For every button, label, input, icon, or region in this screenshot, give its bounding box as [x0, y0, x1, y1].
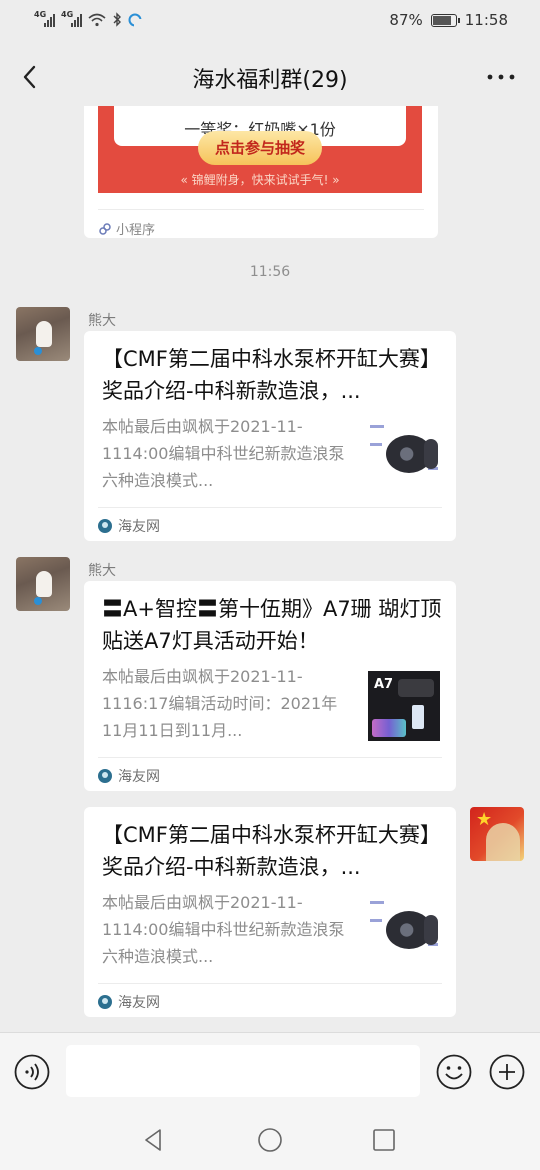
status-right: 87% 11:58: [389, 11, 508, 29]
input-bar: [0, 1032, 540, 1110]
more-dots-icon[interactable]: [484, 60, 518, 94]
card-title: 〓A+智控〓第十伍期》A7珊 瑚灯顶贴送A7灯具活动开始！: [102, 597, 442, 653]
message-input[interactable]: [66, 1045, 420, 1097]
sender-name: 熊大: [88, 563, 116, 579]
card-description: 本帖最后由飒枫于2021-11-1116:17编辑活动时间：2021年11月11…: [102, 667, 338, 740]
site-logo-icon: [98, 995, 112, 1009]
chat-title: 海水福利群(29): [192, 68, 348, 93]
wave-pump-thumbnail: [368, 897, 440, 967]
bluetooth-icon: [113, 12, 121, 27]
link-card[interactable]: 【CMF第二届中科水泵杯开缸大赛】奖品介绍-中科新款造浪，... 本帖最后由飒枫…: [84, 331, 456, 541]
status-bar: 4G 4G 87% 11:58: [0, 0, 540, 44]
card-source: 海友网: [98, 757, 442, 786]
lottery-tagline: « 锦鲤附身，快来试试手气! »: [180, 173, 340, 187]
mini-program-label: 小程序: [116, 223, 156, 238]
message-timestamp: 11:56: [249, 264, 291, 280]
join-lottery-button[interactable]: 点击参与抽奖: [198, 131, 322, 165]
avatar-figure: [36, 321, 52, 347]
system-navigation-bar: [0, 1110, 540, 1170]
emoji-icon[interactable]: [436, 1054, 472, 1090]
link-card[interactable]: 〓A+智控〓第十伍期》A7珊 瑚灯顶贴送A7灯具活动开始！ 本帖最后由飒枫于20…: [84, 581, 456, 791]
avatar-badge: [34, 347, 42, 355]
sender-name: 熊大: [88, 313, 116, 329]
card-source: 海友网: [98, 507, 442, 536]
mini-program-footer: 小程序: [98, 209, 424, 238]
card-source-label: 海友网: [118, 995, 160, 1011]
card-source-label: 海友网: [118, 769, 160, 785]
card-title: 【CMF第二届中科水泵杯开缸大赛】奖品介绍-中科新款造浪，...: [102, 823, 441, 879]
nav-back-icon[interactable]: [140, 1126, 168, 1154]
plus-icon[interactable]: [489, 1054, 525, 1090]
voice-icon[interactable]: [14, 1054, 50, 1090]
status-icons: 4G 4G: [34, 10, 142, 27]
nav-recent-icon[interactable]: [370, 1126, 398, 1154]
app-notification-icon: [128, 13, 142, 27]
own-avatar[interactable]: ★: [470, 807, 524, 861]
thumbnail-label: A7: [374, 677, 394, 692]
clock: 11:58: [464, 11, 508, 29]
card-source: 海友网: [98, 983, 442, 1012]
nav-home-icon[interactable]: [256, 1126, 284, 1154]
battery-fill: [432, 15, 452, 25]
avatar-badge: [34, 597, 42, 605]
star-icon: ★: [476, 809, 493, 830]
avatar-figure: [36, 571, 52, 597]
mini-program-card[interactable]: 一等奖：红奶嘴×1份 点击参与抽奖 « 锦鲤附身，快来试试手气! » 小程序: [84, 106, 438, 238]
chat-header: 海水福利群(29): [0, 48, 540, 106]
wave-pump-thumbnail: [368, 421, 440, 491]
card-description: 本帖最后由飒枫于2021-11-1114:00编辑中科世纪新款造浪泵六种造浪模式…: [102, 893, 345, 966]
a7-light-thumbnail: A7: [368, 671, 440, 741]
card-description: 本帖最后由飒枫于2021-11-1114:00编辑中科世纪新款造浪泵六种造浪模式…: [102, 417, 345, 490]
mini-program-banner: 一等奖：红奶嘴×1份 点击参与抽奖 « 锦鲤附身，快来试试手气! »: [98, 106, 422, 193]
site-logo-icon: [98, 769, 112, 783]
card-source-label: 海友网: [118, 519, 160, 535]
battery-percent: 87%: [389, 11, 423, 29]
signal-icon-2: 4G: [61, 10, 82, 27]
avatar[interactable]: [16, 307, 70, 361]
signal-icon-1: 4G: [34, 10, 55, 27]
wifi-icon: [88, 13, 106, 26]
avatar[interactable]: [16, 557, 70, 611]
mini-program-icon: [99, 222, 111, 235]
battery-icon: [430, 13, 460, 27]
chat-area[interactable]: 一等奖：红奶嘴×1份 点击参与抽奖 « 锦鲤附身，快来试试手气! » 小程序 1…: [0, 106, 540, 1032]
site-logo-icon: [98, 519, 112, 533]
link-card[interactable]: 【CMF第二届中科水泵杯开缸大赛】奖品介绍-中科新款造浪，... 本帖最后由飒枫…: [84, 807, 456, 1017]
card-title: 【CMF第二届中科水泵杯开缸大赛】奖品介绍-中科新款造浪，...: [102, 347, 441, 403]
